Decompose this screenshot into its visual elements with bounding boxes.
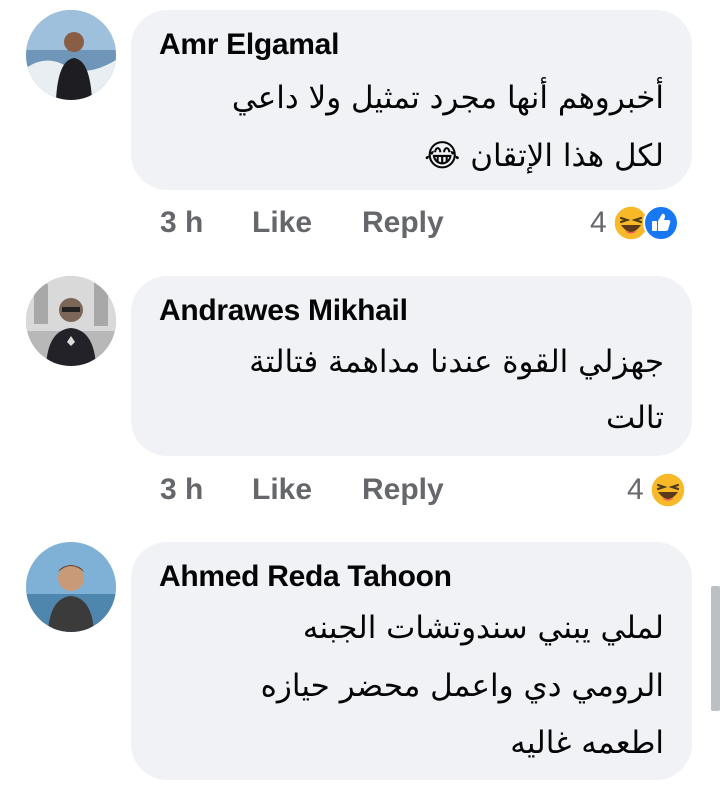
reply-button[interactable]: Reply: [362, 473, 444, 507]
comment-text-line: لكل هذا الإتقان 😂: [424, 138, 664, 174]
author-name[interactable]: Ahmed Reda Tahoon: [159, 560, 452, 594]
avatar-photo: [26, 276, 116, 366]
like-icon: [642, 205, 679, 241]
avatar-photo: [26, 542, 116, 632]
comment-text-line: اطعمه غاليه: [510, 725, 664, 761]
haha-icon: [649, 472, 686, 508]
comment-actions: 3 h Like Reply: [160, 206, 444, 240]
comment-bubble: Ahmed Reda Tahoon لملي يبني سندوتشات الج…: [131, 542, 692, 780]
timestamp[interactable]: 3 h: [160, 206, 252, 240]
like-button[interactable]: Like: [252, 206, 362, 240]
scrollbar-thumb[interactable]: [711, 586, 720, 711]
reaction-count: 4: [627, 473, 644, 506]
author-name[interactable]: Andrawes Mikhail: [159, 294, 408, 328]
avatar[interactable]: [26, 276, 116, 366]
comment-bubble: Amr Elgamal أخبروهم أنها مجرد تمثيل ولا …: [131, 10, 692, 190]
avatar[interactable]: [26, 10, 116, 100]
comment-text-line: الرومي دي واعمل محضر حيازه: [260, 668, 664, 704]
like-button[interactable]: Like: [252, 473, 362, 507]
reaction-count: 4: [590, 206, 607, 239]
avatar[interactable]: [26, 542, 116, 632]
avatar-photo: [26, 10, 116, 100]
comment-bubble: Andrawes Mikhail جهزلي القوة عندنا مداهم…: [131, 276, 692, 456]
reaction-summary[interactable]: 4: [590, 205, 679, 241]
author-name[interactable]: Amr Elgamal: [159, 28, 339, 62]
comment-text-line: أخبروهم أنها مجرد تمثيل ولا داعي: [231, 80, 664, 116]
timestamp[interactable]: 3 h: [160, 473, 252, 507]
comment-text-line: لملي يبني سندوتشات الجبنه: [302, 610, 664, 646]
comment-text-line: جهزلي القوة عندنا مداهمة فتالتة: [249, 344, 664, 380]
comment-actions: 3 h Like Reply: [160, 473, 444, 507]
reaction-summary[interactable]: 4: [627, 472, 686, 508]
comment-text-line: تالت: [606, 400, 664, 436]
reply-button[interactable]: Reply: [362, 206, 444, 240]
